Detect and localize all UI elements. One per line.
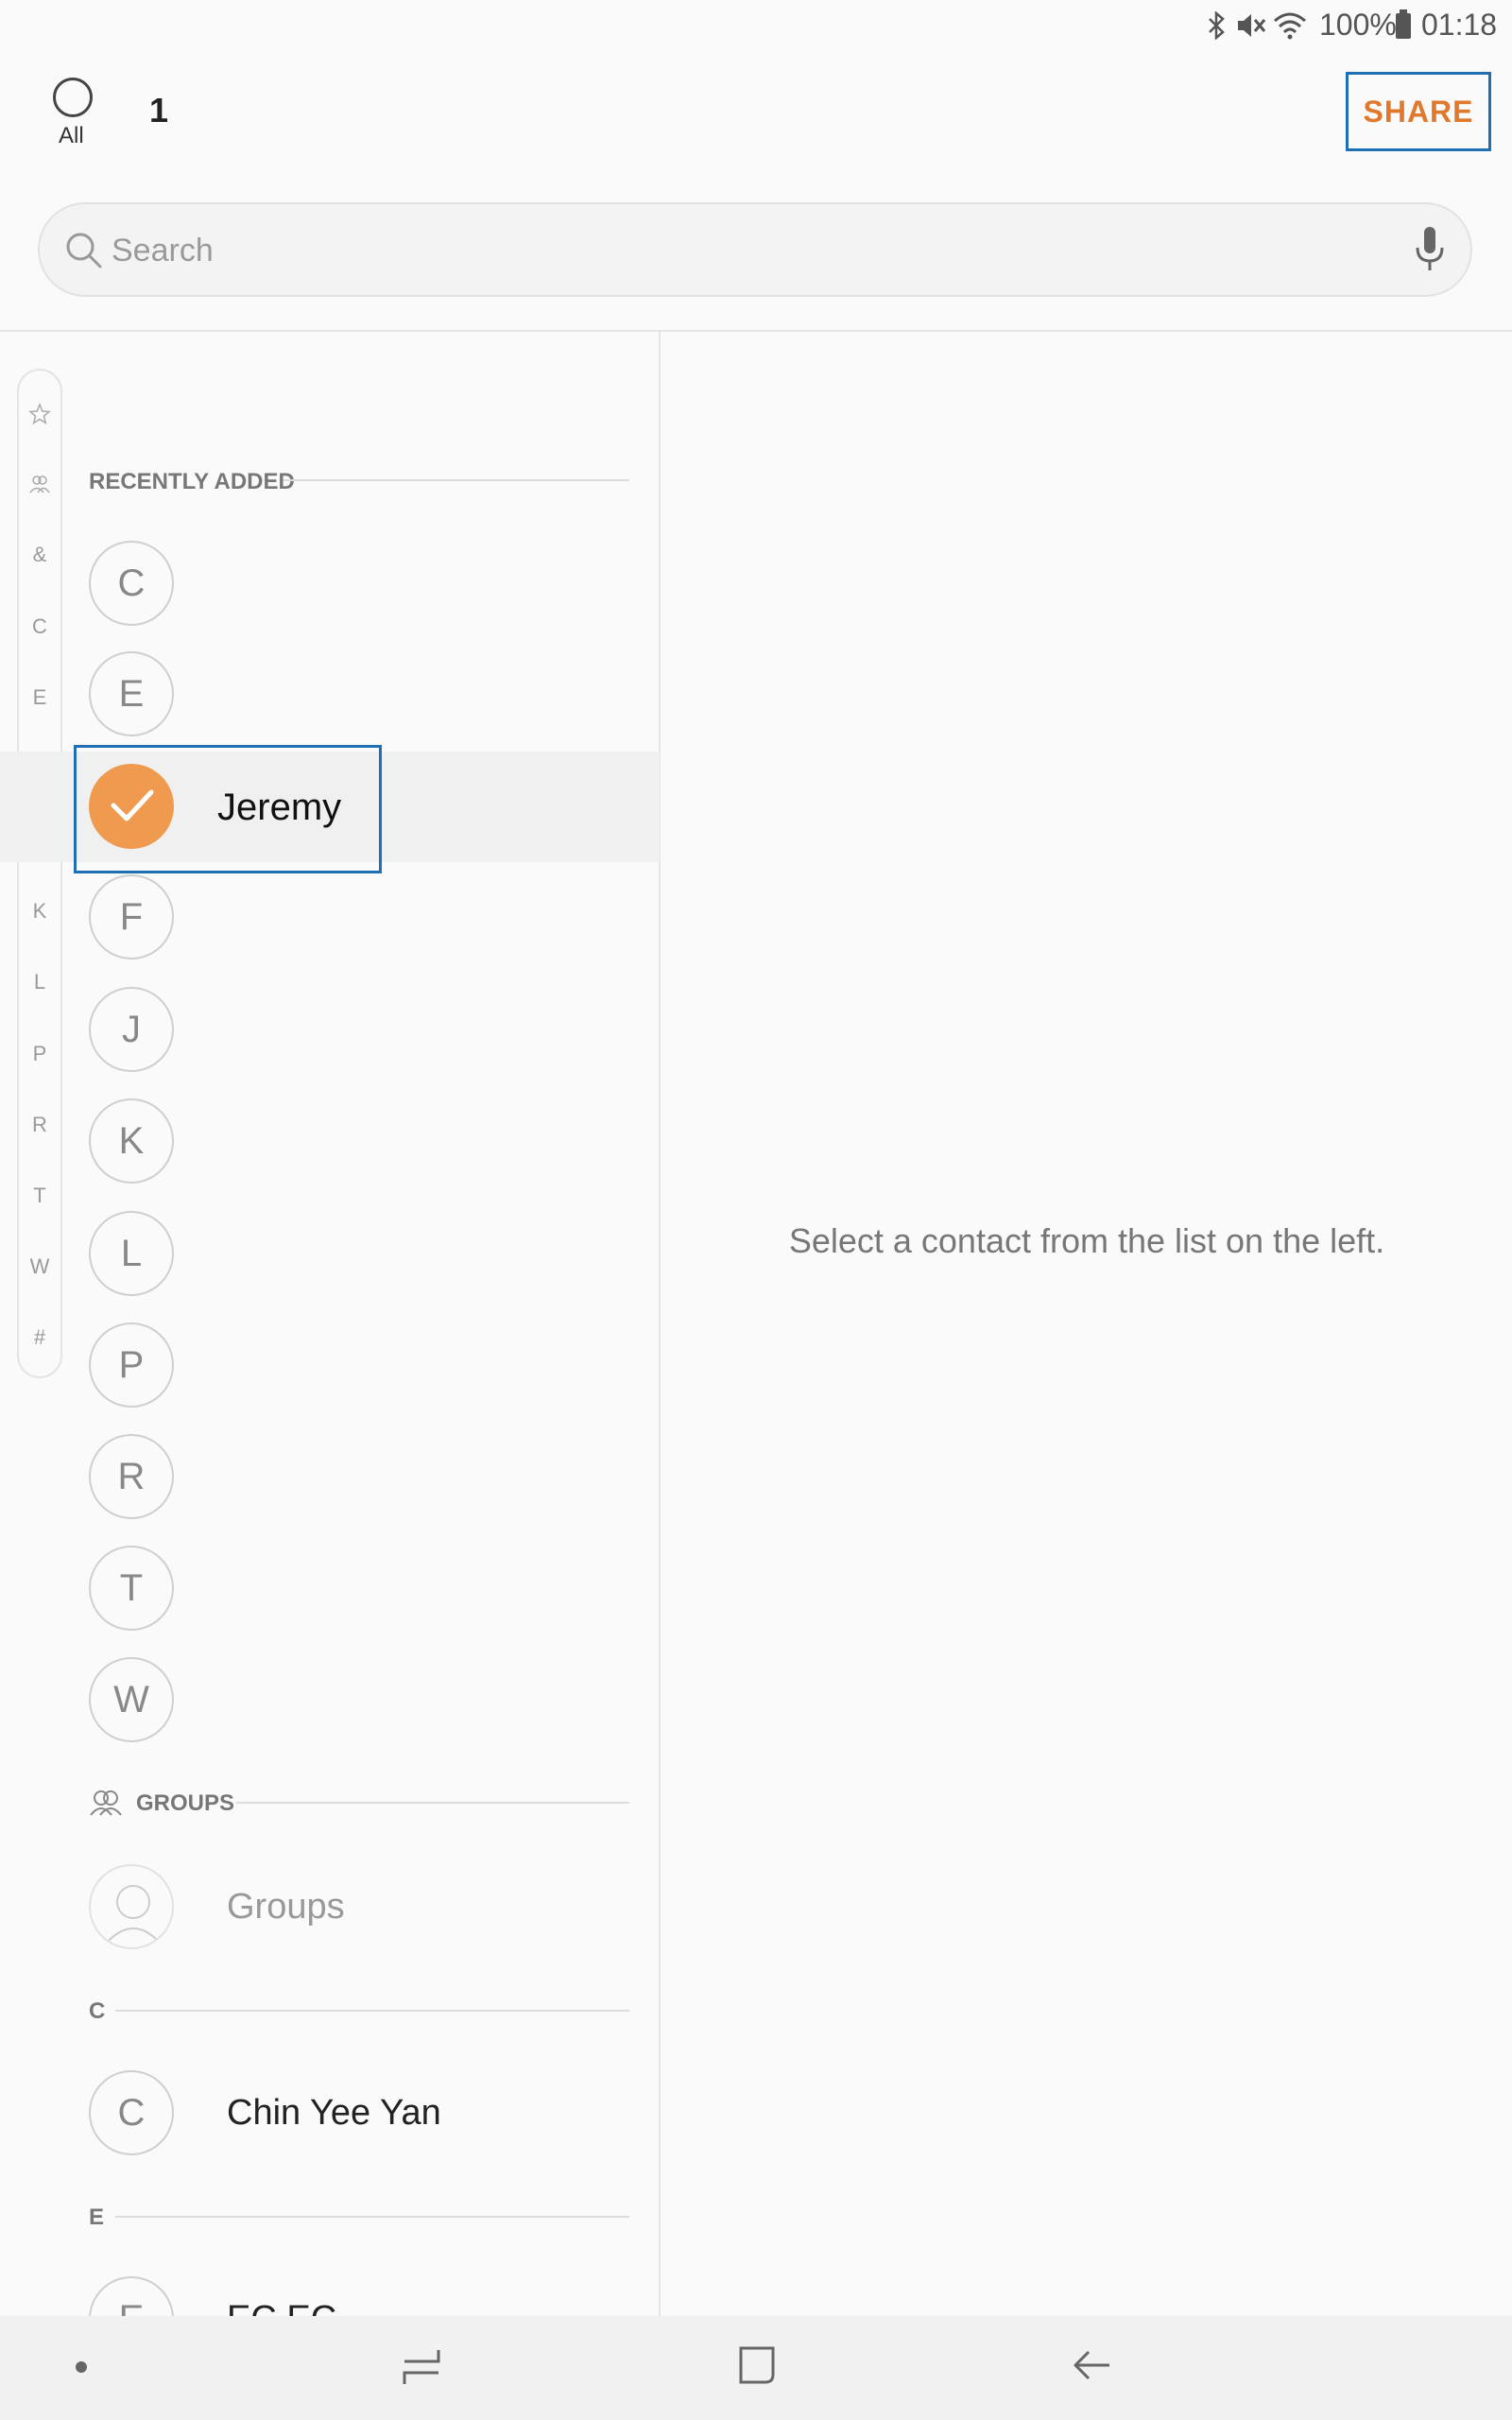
section-divider <box>236 1802 629 1804</box>
status-bar: 100% 01:18 <box>0 0 1512 53</box>
groups-label[interactable]: Groups <box>227 1887 345 1927</box>
groups-avatar[interactable] <box>89 1864 174 1949</box>
mute-icon <box>1238 14 1266 37</box>
pane-divider <box>659 331 661 2316</box>
recent-contact-avatar[interactable]: R <box>89 1434 174 1519</box>
person-placeholder-icon <box>105 1885 162 1945</box>
favorites-star-icon[interactable] <box>28 403 51 425</box>
section-header-groups: GROUPS <box>136 1790 235 1816</box>
section-header-recently-added: RECENTLY ADDED <box>89 469 295 494</box>
section-header-e: E <box>89 2204 105 2230</box>
recent-apps-icon[interactable] <box>401 2346 442 2388</box>
section-header-c: C <box>89 1998 106 2024</box>
home-icon[interactable] <box>737 2344 777 2386</box>
share-button[interactable]: SHARE <box>1346 72 1491 151</box>
recent-contact-avatar[interactable]: T <box>89 1546 174 1631</box>
header-divider <box>0 330 1512 332</box>
recent-contact-avatar[interactable]: W <box>89 1657 174 1742</box>
index-letter[interactable]: R <box>17 1113 62 1137</box>
focus-highlight <box>74 745 382 873</box>
microphone-icon[interactable] <box>1414 225 1446 274</box>
search-input[interactable]: Search <box>112 233 214 269</box>
contact-avatar[interactable]: C <box>89 2070 174 2155</box>
recent-contact-avatar[interactable]: P <box>89 1322 174 1408</box>
recent-contact-avatar[interactable]: F <box>89 874 174 959</box>
recent-contact-avatar[interactable]: K <box>89 1098 174 1184</box>
index-letter[interactable]: W <box>17 1254 62 1279</box>
select-all-label: All <box>59 123 84 148</box>
navigation-bar <box>0 2316 1512 2420</box>
nav-dot-icon[interactable] <box>74 2360 89 2375</box>
section-divider <box>284 479 629 481</box>
battery-percent: 100% <box>1319 8 1397 42</box>
index-letter[interactable]: & <box>17 543 62 567</box>
index-letter[interactable]: K <box>17 899 62 924</box>
wifi-icon <box>1274 12 1306 40</box>
section-divider <box>115 2010 629 2012</box>
select-all-checkbox[interactable] <box>53 78 93 117</box>
index-letter[interactable]: T <box>17 1184 62 1208</box>
recent-contact-avatar[interactable]: J <box>89 987 174 1072</box>
index-letter[interactable]: P <box>17 1042 62 1066</box>
index-scroller[interactable] <box>17 369 62 1378</box>
index-letter[interactable]: C <box>17 614 62 639</box>
search-icon <box>66 233 102 268</box>
recent-contact-avatar[interactable]: L <box>89 1211 174 1296</box>
recent-contact-avatar[interactable]: E <box>89 651 174 736</box>
empty-detail-message: Select a contact from the list on the le… <box>788 1221 1385 1260</box>
index-letter[interactable]: # <box>17 1325 62 1350</box>
index-letter[interactable]: E <box>17 685 62 710</box>
groups-index-icon[interactable] <box>28 473 51 495</box>
index-letter[interactable]: L <box>17 970 62 994</box>
back-icon[interactable] <box>1072 2346 1113 2384</box>
bluetooth-icon <box>1209 11 1225 40</box>
recent-contact-avatar[interactable]: C <box>89 541 174 626</box>
search-bar[interactable] <box>38 202 1472 297</box>
selected-count: 1 <box>149 91 169 130</box>
groups-icon <box>90 1790 122 1816</box>
battery-icon <box>1396 9 1411 39</box>
contact-name[interactable]: Chin Yee Yan <box>227 2093 441 2134</box>
section-divider <box>115 2216 629 2218</box>
clock: 01:18 <box>1421 8 1498 42</box>
